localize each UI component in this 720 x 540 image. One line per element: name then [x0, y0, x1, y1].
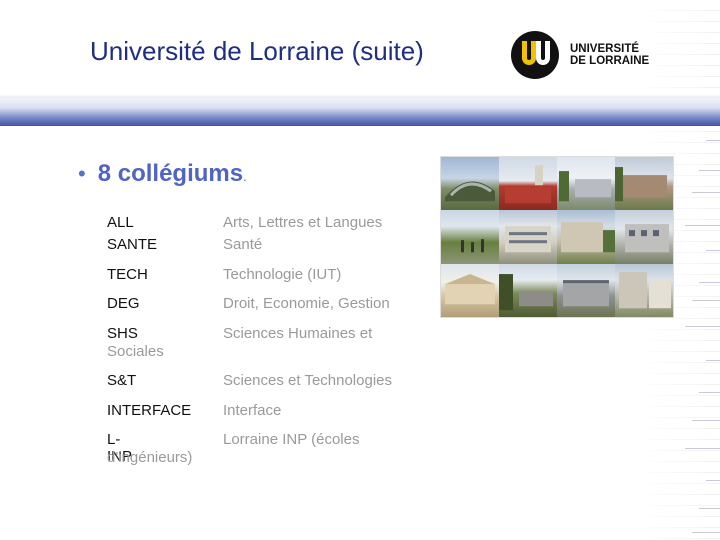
decorative-line	[699, 392, 720, 393]
campus-photo	[615, 263, 673, 317]
university-logo: UNIVERSITÉ DE LORRAINE	[504, 24, 656, 86]
ul-logo-icon	[511, 31, 559, 79]
collegium-label: Sciences et Technologies	[223, 372, 392, 389]
campus-photo	[499, 157, 557, 211]
collegium-label: Sciences Humaines et	[223, 325, 373, 342]
bullet-icon: •	[78, 161, 86, 186]
collegium-code: DEG	[107, 295, 140, 312]
collegium-code: S&T	[107, 372, 137, 389]
campus-photo	[615, 157, 673, 211]
collegium-code: SHS	[107, 325, 138, 342]
decorative-line	[685, 225, 720, 226]
bullet-tail: .	[243, 169, 247, 184]
campus-photo	[557, 157, 615, 211]
bullet-text: 8 collégiums	[97, 160, 244, 187]
logo-line-1: UNIVERSITÉ	[570, 43, 640, 55]
decorative-line	[692, 300, 720, 301]
logo-line-2: DE LORRAINE	[570, 55, 650, 67]
slide-title: Université de Lorraine (suite)	[90, 36, 424, 66]
collegium-code: ALL	[107, 214, 134, 231]
collegium-label: Interface	[223, 402, 282, 419]
campus-photo	[441, 210, 499, 264]
decorative-line	[692, 192, 720, 193]
decorative-line	[699, 282, 720, 283]
decorative-line	[685, 448, 720, 449]
campus-photo	[557, 263, 615, 317]
header-band	[0, 98, 720, 126]
bullet-heading: • 8 collégiums .	[78, 160, 247, 188]
collegium-label: Arts, Lettres et Langues	[223, 214, 383, 231]
collegium-label: Santé	[223, 236, 263, 253]
campus-photo	[441, 263, 499, 317]
campus-photo	[499, 210, 557, 264]
decorative-line	[706, 140, 720, 141]
decorative-line	[699, 170, 720, 171]
decorative-line	[706, 360, 720, 361]
collegium-label: Lorraine INP (écoles	[223, 431, 360, 448]
collegium-code: TECH	[107, 266, 148, 283]
decorative-line	[685, 326, 720, 327]
campus-photo	[557, 210, 615, 264]
decorative-line	[706, 480, 720, 481]
campus-photo-collage	[440, 156, 674, 318]
collegium-label-continuation: d'ingénieurs)	[107, 449, 193, 466]
collegium-label: Technologie (IUT)	[223, 266, 342, 283]
collegium-label: Droit, Economie, Gestion	[223, 295, 390, 312]
decorative-line	[699, 508, 720, 509]
campus-photo	[441, 157, 499, 211]
decorative-line	[692, 532, 720, 533]
collegium-label-continuation: Sociales	[107, 343, 164, 360]
collegium-code: SANTE	[107, 236, 158, 253]
collegium-code: INTERFACE	[107, 402, 192, 419]
logo-wordmark: UNIVERSITÉ DE LORRAINE	[570, 43, 649, 67]
decorative-line	[692, 420, 720, 421]
campus-photo	[499, 263, 557, 317]
decorative-line	[706, 250, 720, 251]
campus-photo	[615, 210, 673, 264]
